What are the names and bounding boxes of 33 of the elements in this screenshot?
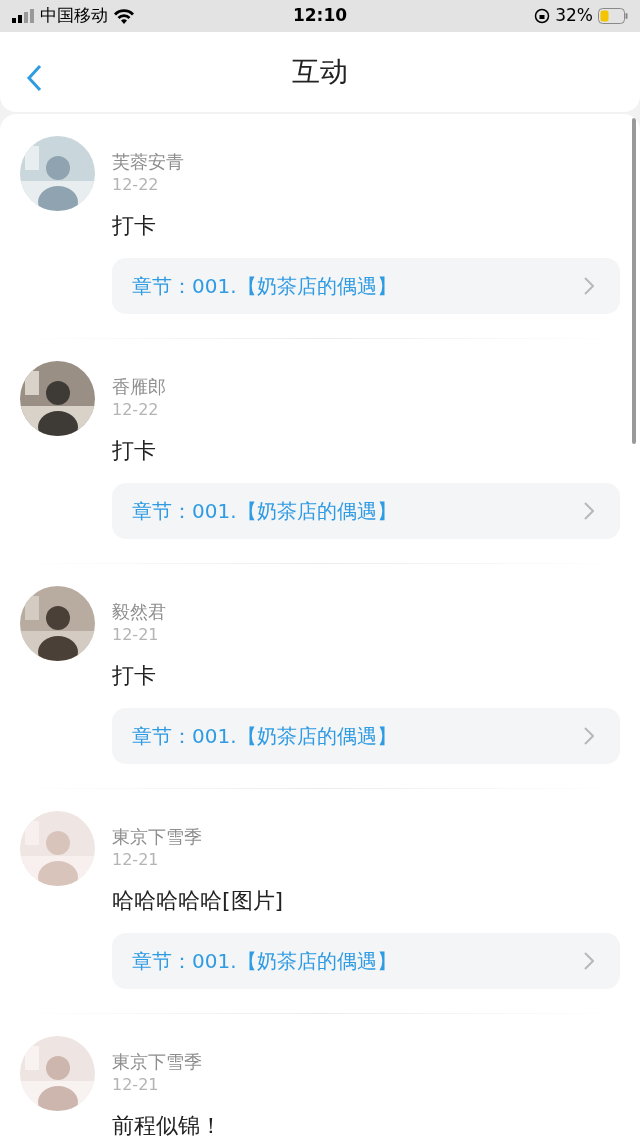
chevron-right-icon <box>584 952 594 970</box>
user-name: 東京下雪季 <box>112 825 203 849</box>
user-name: 東京下雪季 <box>112 1050 203 1074</box>
post-content: 打卡 <box>112 662 157 690</box>
post-date: 12-22 <box>112 174 160 196</box>
post-date: 12-21 <box>112 624 160 646</box>
user-name: 毅然君 <box>112 600 167 624</box>
carrier-name: 中国移动 <box>40 4 108 28</box>
chapter-link[interactable]: 章节：001.【奶茶店的偶遇】 <box>112 708 620 764</box>
signal-icon <box>12 9 34 23</box>
back-icon <box>26 64 42 92</box>
wifi-icon <box>114 8 134 24</box>
rotation-lock-icon <box>534 8 551 24</box>
page-title: 互动 <box>292 54 348 90</box>
post-date: 12-21 <box>112 1074 160 1096</box>
battery-percent: 32% <box>555 4 593 28</box>
post-content: 打卡 <box>112 437 157 465</box>
post-content: 哈哈哈哈哈[图片] <box>112 887 285 915</box>
clock-time: 12:10 <box>291 4 349 28</box>
chevron-right-icon <box>584 277 594 295</box>
chevron-right-icon <box>584 502 594 520</box>
post-date: 12-22 <box>112 399 160 421</box>
chevron-right-icon <box>584 727 594 745</box>
user-name: 芙蓉安青 <box>112 150 185 174</box>
chapter-link[interactable]: 章节：001.【奶茶店的偶遇】 <box>112 258 620 314</box>
chapter-link[interactable]: 章节：001.【奶茶店的偶遇】 <box>112 483 620 539</box>
post-content: 打卡 <box>112 212 157 240</box>
back-button[interactable] <box>26 64 42 92</box>
battery-icon <box>598 8 628 24</box>
post-date: 12-21 <box>112 849 160 871</box>
chapter-link[interactable]: 章节：001.【奶茶店的偶遇】 <box>112 933 620 989</box>
user-name: 香雁郎 <box>112 375 167 399</box>
post-content: 前程似锦！ <box>112 1112 223 1138</box>
